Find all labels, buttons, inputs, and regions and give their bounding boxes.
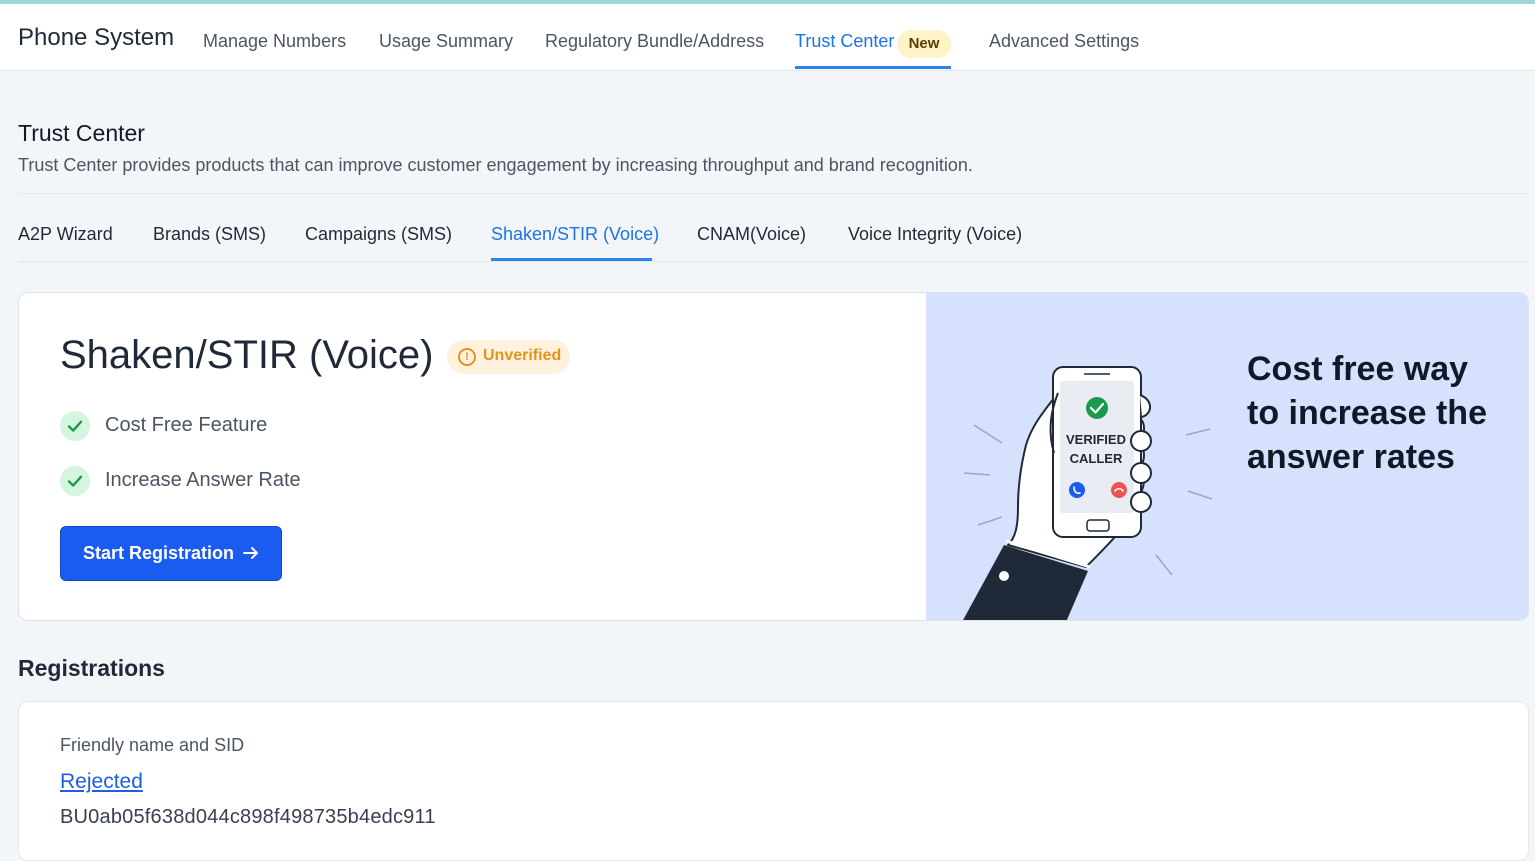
registration-sid: BU0ab05f638d044c898f498735b4edc911 — [60, 806, 436, 828]
verified-caller-illustration: VERIFIED CALLER — [963, 366, 1213, 620]
nav-regulatory-bundle[interactable]: Regulatory Bundle/Address — [545, 31, 764, 52]
feature-label: Cost Free Feature — [105, 414, 268, 436]
app-title: Phone System — [18, 24, 175, 51]
nav-manage-numbers[interactable]: Manage Numbers — [203, 31, 346, 52]
phone-screen-line1: VERIFIED — [1066, 432, 1126, 447]
status-badge: ! Unverified — [447, 340, 570, 374]
new-badge: New — [897, 30, 951, 58]
registration-status-link[interactable]: Rejected — [60, 770, 143, 794]
divider — [18, 261, 1528, 262]
divider — [18, 193, 1528, 194]
registrations-title: Registrations — [18, 655, 165, 681]
nav-usage-summary[interactable]: Usage Summary — [379, 31, 513, 52]
check-icon — [60, 411, 90, 441]
top-nav: Phone System Manage Numbers Usage Summar… — [0, 4, 1535, 71]
nav-trust-center[interactable]: Trust Center — [795, 31, 894, 52]
arrow-right-icon — [243, 547, 258, 559]
warning-icon: ! — [458, 348, 476, 366]
promo-panel: VERIFIED CALLER Cost free way to increas… — [926, 293, 1528, 620]
shaken-stir-card: Shaken/STIR (Voice) ! Unverified Cost Fr… — [18, 292, 1529, 621]
tab-a2p-wizard[interactable]: A2P Wizard — [18, 224, 113, 245]
nav-advanced-settings[interactable]: Advanced Settings — [989, 31, 1139, 52]
check-icon — [60, 466, 90, 496]
start-registration-button[interactable]: Start Registration — [60, 526, 282, 581]
column-header-friendly-name: Friendly name and SID — [60, 735, 245, 755]
tab-voice-integrity[interactable]: Voice Integrity (Voice) — [848, 224, 1022, 245]
registrations-table: Friendly name and SID Rejected BU0ab05f6… — [18, 701, 1529, 861]
tab-campaigns-sms[interactable]: Campaigns (SMS) — [305, 224, 452, 245]
section-description: Trust Center provides products that can … — [18, 155, 973, 175]
nav-active-indicator — [795, 66, 951, 69]
feature-label: Increase Answer Rate — [105, 469, 301, 491]
tab-shaken-stir-voice[interactable]: Shaken/STIR (Voice) — [491, 224, 659, 245]
tab-cnam-voice[interactable]: CNAM(Voice) — [697, 224, 806, 245]
promo-text: Cost free way to increase the answer rat… — [1247, 350, 1487, 476]
card-title: Shaken/STIR (Voice) — [60, 333, 434, 377]
section-title: Trust Center — [18, 120, 145, 146]
start-registration-label: Start Registration — [83, 543, 235, 563]
tab-brands-sms[interactable]: Brands (SMS) — [153, 224, 266, 245]
status-badge-label: Unverified — [483, 347, 562, 364]
phone-screen-line2: CALLER — [1070, 451, 1123, 466]
